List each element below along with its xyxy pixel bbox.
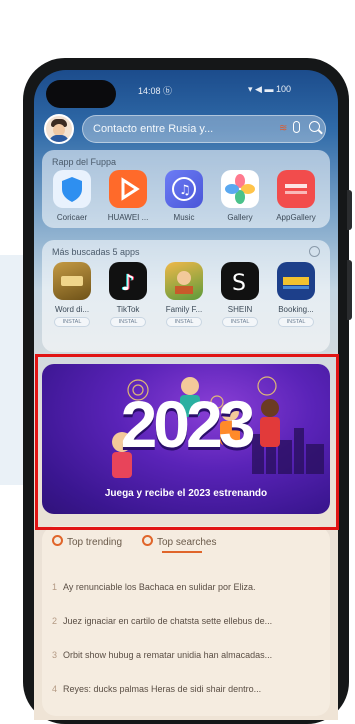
list-item[interactable]: 1 Ay renunciable los Bachaca en sulidar p…	[52, 582, 322, 592]
app-item[interactable]: Booking... INSTAL	[272, 262, 320, 327]
word-game-app-icon	[53, 262, 91, 300]
featured-apps-card: Rapp del Fuppa Coricaer HUAWEI ... ♫ Mus…	[42, 150, 330, 228]
app-item[interactable]: ♫ Music	[160, 170, 208, 222]
shein-app-icon: S	[221, 262, 259, 300]
install-button[interactable]: INSTAL	[54, 317, 90, 327]
svg-text:♫: ♫	[179, 183, 191, 198]
list-item[interactable]: 4 Reyes: ducks palmas Heras de sidi shair…	[52, 684, 322, 694]
more-icon[interactable]	[309, 246, 320, 257]
section-title: Rapp del Fuppa	[52, 157, 117, 167]
highlight-frame	[35, 354, 339, 530]
family-farm-app-icon	[165, 262, 203, 300]
music-app-icon: ♫	[165, 170, 203, 208]
section-title: Más buscadas 5 apps	[52, 247, 140, 257]
list-item[interactable]: 3 Orbit show hubug a rematar unidia han a…	[52, 650, 322, 660]
avatar[interactable]	[44, 114, 74, 144]
tab-top-trending[interactable]: Top trending	[52, 535, 122, 548]
top-apps-card: Más buscadas 5 apps Word di... INSTAL ♪ …	[42, 240, 330, 352]
mic-icon[interactable]	[293, 121, 300, 133]
trending-list-card: Top trending Top searches 1 Ay renunciabl…	[42, 526, 330, 716]
svg-text:S: S	[232, 271, 246, 296]
active-tab-indicator	[162, 551, 202, 553]
app-item[interactable]: AppGallery	[272, 170, 320, 222]
tiktok-app-icon: ♪ ♪ ♪	[109, 262, 147, 300]
app-item[interactable]: Word di... INSTAL	[48, 262, 96, 327]
appgallery-app-icon	[277, 170, 315, 208]
svg-text:♪: ♪	[121, 271, 135, 296]
app-item[interactable]: HUAWEI ...	[104, 170, 152, 222]
search-icon[interactable]	[309, 121, 320, 132]
install-button[interactable]: INSTAL	[110, 317, 146, 327]
front-camera	[46, 80, 116, 108]
app-item[interactable]: ♪ ♪ ♪ TikTok INSTAL	[104, 262, 152, 327]
booking-app-icon	[277, 262, 315, 300]
video-play-app-icon	[109, 170, 147, 208]
search-dot-icon	[142, 535, 153, 546]
app-item[interactable]: Gallery	[216, 170, 264, 222]
install-button[interactable]: INSTAL	[166, 317, 202, 327]
volume-button	[347, 190, 352, 230]
install-button[interactable]: INSTAL	[278, 317, 314, 327]
list-item[interactable]: 2 Juez ignaciar en cartilo de chatsta set…	[52, 616, 322, 626]
search-input[interactable]: Contacto entre Rusia y... ≋	[82, 115, 326, 143]
tab-top-searches[interactable]: Top searches	[142, 535, 216, 548]
status-icons: ▾ ◀ ▬ 100	[248, 84, 291, 94]
search-text: Contacto entre Rusia y...	[93, 123, 214, 135]
app-item[interactable]: Family F... INSTAL	[160, 262, 208, 327]
status-time: 14:08 ⓑ	[138, 86, 173, 96]
app-item[interactable]: Coricaer	[48, 170, 96, 222]
app-item[interactable]: S SHEIN INSTAL	[216, 262, 264, 327]
shield-app-icon	[53, 170, 91, 208]
search-row: Contacto entre Rusia y... ≋	[44, 112, 330, 146]
scan-icon[interactable]: ≋	[279, 123, 287, 134]
power-button	[347, 260, 352, 320]
install-button[interactable]: INSTAL	[222, 317, 258, 327]
trending-dot-icon	[52, 535, 63, 546]
gallery-app-icon	[221, 170, 259, 208]
